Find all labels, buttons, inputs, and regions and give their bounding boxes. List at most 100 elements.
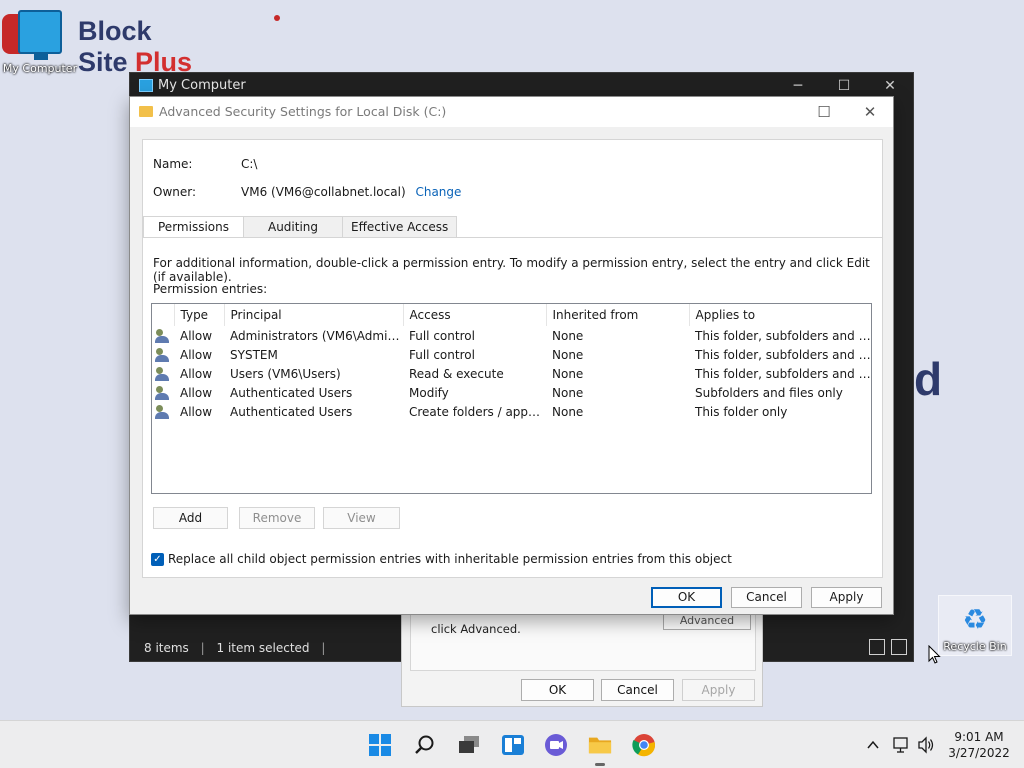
- background-text-fragment: d: [914, 353, 943, 405]
- close-icon[interactable]: ✕: [847, 97, 893, 127]
- tab-effective-access[interactable]: Effective Access: [342, 216, 458, 238]
- row-principal: Users (VM6\Users): [230, 366, 341, 381]
- column-header-applies-to[interactable]: Applies to: [689, 304, 871, 326]
- name-value: C:\: [241, 157, 258, 171]
- explorer-title: My Computer: [158, 78, 246, 93]
- row-type: Allow: [180, 347, 213, 362]
- status-separator: |: [200, 641, 205, 655]
- replace-child-permissions-checkbox[interactable]: ✓: [151, 552, 164, 566]
- ok-button[interactable]: OK: [651, 587, 722, 608]
- watermark-line-1: Block: [78, 16, 152, 46]
- permission-entries-label: Permission entries:: [153, 282, 268, 296]
- name-label: Name:: [153, 157, 193, 171]
- row-access: Full control: [409, 328, 475, 343]
- row-principal: Authenticated Users: [230, 404, 353, 419]
- column-header-principal[interactable]: Principal: [224, 304, 404, 326]
- view-button[interactable]: View: [323, 507, 400, 529]
- advanced-security-dialog: Advanced Security Settings for Local Dis…: [129, 96, 894, 615]
- remove-button[interactable]: Remove: [239, 507, 315, 529]
- row-access: Full control: [409, 347, 475, 362]
- column-header-inherited-from[interactable]: Inherited from: [546, 304, 690, 326]
- permission-entries-list[interactable]: Type Principal Access Inherited from App…: [151, 303, 872, 494]
- row-applies-to: This folder, subfolders and files: [695, 347, 871, 362]
- user-group-icon: [155, 404, 171, 419]
- row-inherited-from: None: [552, 366, 584, 381]
- row-applies-to: Subfolders and files only: [695, 385, 843, 400]
- row-access: Create folders / appen...: [409, 404, 546, 419]
- replace-child-permissions-row[interactable]: ✓ Replace all child object permission en…: [151, 552, 732, 566]
- desktop-icon-label: Recycle Bin: [943, 640, 1007, 653]
- row-applies-to: This folder, subfolders and files: [695, 366, 871, 381]
- dialog-content-panel: Name: C:\ Owner: VM6 (VM6@collabnet.loca…: [142, 139, 883, 578]
- status-item-count: 8 items: [144, 641, 189, 655]
- owner-name: VM6 (VM6@collabnet.local): [241, 185, 406, 199]
- taskbar: 9:01 AM 3/27/2022: [0, 720, 1024, 768]
- tab-permissions[interactable]: Permissions: [143, 216, 244, 238]
- row-type: Allow: [180, 366, 213, 381]
- column-header-access[interactable]: Access: [403, 304, 547, 326]
- row-principal: Authenticated Users: [230, 385, 353, 400]
- row-type: Allow: [180, 404, 213, 419]
- details-view-icon[interactable]: [869, 639, 885, 655]
- dialog-titlebar[interactable]: Advanced Security Settings for Local Dis…: [130, 97, 893, 127]
- row-applies-to: This folder, subfolders and files: [695, 328, 871, 343]
- row-inherited-from: None: [552, 347, 584, 362]
- user-group-icon: [155, 328, 171, 343]
- properties-dialog: Advanced click Advanced. OK Cancel Apply: [401, 600, 763, 707]
- owner-label: Owner:: [153, 185, 197, 199]
- properties-note: click Advanced.: [431, 622, 521, 636]
- properties-ok-button[interactable]: OK: [521, 679, 594, 701]
- tab-divider: [143, 237, 882, 238]
- status-separator: |: [321, 641, 326, 655]
- properties-cancel-button[interactable]: Cancel: [601, 679, 674, 701]
- table-row[interactable]: Allow Users (VM6\Users) Read & execute N…: [152, 364, 871, 383]
- maximize-icon[interactable]: ☐: [801, 97, 847, 127]
- row-access: Modify: [409, 385, 449, 400]
- user-group-icon: [155, 385, 171, 400]
- show-hidden-icons-icon[interactable]: [866, 721, 880, 768]
- column-header-icon[interactable]: [152, 304, 175, 326]
- watermark-text: Block Site Plus: [78, 16, 192, 78]
- row-type: Allow: [180, 328, 213, 343]
- owner-value: VM6 (VM6@collabnet.local) Change: [241, 185, 461, 199]
- watermark-dot: [274, 15, 280, 21]
- chrome-icon[interactable]: [632, 733, 656, 757]
- row-principal: SYSTEM: [230, 347, 278, 362]
- table-row[interactable]: Allow SYSTEM Full control None This fold…: [152, 345, 871, 364]
- desktop-icon-recycle-bin[interactable]: ♻ Recycle Bin: [938, 595, 1012, 656]
- table-row[interactable]: Allow Administrators (VM6\Adminis... Ful…: [152, 326, 871, 345]
- security-tabs: Permissions Auditing Effective Access: [143, 216, 458, 238]
- row-applies-to: This folder only: [695, 404, 788, 419]
- row-principal: Administrators (VM6\Adminis...: [230, 328, 403, 343]
- network-icon[interactable]: [892, 721, 910, 768]
- change-owner-link[interactable]: Change: [415, 185, 461, 199]
- table-row[interactable]: Allow Authenticated Users Create folders…: [152, 402, 871, 421]
- desktop-icon-my-computer[interactable]: My Computer: [2, 10, 78, 75]
- column-header-type[interactable]: Type: [174, 304, 225, 326]
- cancel-button[interactable]: Cancel: [731, 587, 802, 608]
- chat-icon[interactable]: [544, 733, 568, 757]
- task-view-icon[interactable]: [457, 733, 481, 757]
- widgets-icon[interactable]: [501, 733, 525, 757]
- add-button[interactable]: Add: [153, 507, 228, 529]
- volume-icon[interactable]: [917, 721, 935, 768]
- user-group-icon: [155, 366, 171, 381]
- folder-icon: [139, 106, 153, 117]
- computer-icon: [139, 79, 153, 92]
- large-icons-view-icon[interactable]: [891, 639, 907, 655]
- active-app-indicator: [595, 763, 605, 766]
- table-row[interactable]: Allow Authenticated Users Modify None Su…: [152, 383, 871, 402]
- desktop-icon-label: My Computer: [2, 62, 78, 75]
- apply-button[interactable]: Apply: [811, 587, 882, 608]
- tab-auditing[interactable]: Auditing: [242, 216, 344, 238]
- clock-time: 9:01 AM: [954, 730, 1004, 744]
- file-explorer-icon[interactable]: [588, 733, 612, 757]
- recycle-bin-icon: ♻: [962, 603, 988, 636]
- search-icon[interactable]: [413, 733, 437, 757]
- properties-apply-button[interactable]: Apply: [682, 679, 755, 701]
- start-icon[interactable]: [368, 733, 392, 757]
- row-inherited-from: None: [552, 328, 584, 343]
- permissions-info-text: For additional information, double-click…: [153, 256, 870, 284]
- dialog-title: Advanced Security Settings for Local Dis…: [159, 104, 447, 119]
- system-clock[interactable]: 9:01 AM 3/27/2022: [944, 729, 1014, 761]
